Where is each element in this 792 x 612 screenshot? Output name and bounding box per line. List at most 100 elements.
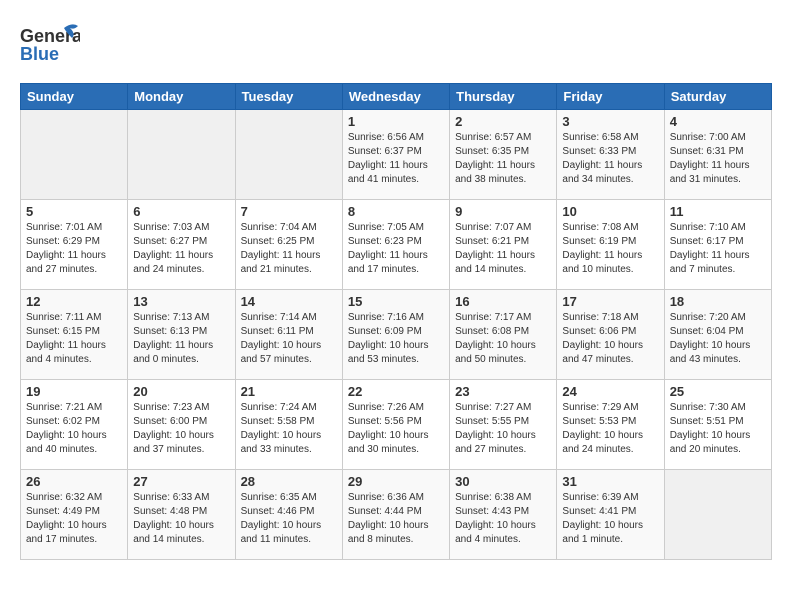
cell-info: Sunrise: 7:08 AM Sunset: 6:19 PM Dayligh… — [562, 221, 658, 277]
day-number: 28 — [241, 474, 337, 489]
day-number: 5 — [26, 204, 122, 219]
calendar-cell: 4Sunrise: 7:00 AM Sunset: 6:31 PM Daylig… — [664, 110, 771, 200]
calendar-cell: 2 Sunrise: 6:57 AM Sunset: 6:35 PM Daylig… — [450, 110, 557, 200]
day-number: 9 — [455, 204, 551, 219]
cell-info: Sunrise: 7:26 AM Sunset: 5:56 PM Dayligh… — [348, 401, 444, 457]
day-number: 10 — [562, 204, 658, 219]
weekday-header-sunday: Sunday — [21, 84, 128, 110]
day-number: 2 — [455, 114, 551, 129]
cell-info: Sunrise: 7:07 AM Sunset: 6:21 PM Dayligh… — [455, 221, 551, 277]
cell-info: Sunrise: 7:24 AM Sunset: 5:58 PM Dayligh… — [241, 401, 337, 457]
day-number: 25 — [670, 384, 766, 399]
cell-info: Sunrise: 6:35 AM Sunset: 4:46 PM Dayligh… — [241, 491, 337, 547]
calendar-cell — [21, 110, 128, 200]
calendar-cell: 17 Sunrise: 7:18 AM Sunset: 6:06 PM Dayli… — [557, 290, 664, 380]
calendar-cell: 25 Sunrise: 7:30 AM Sunset: 5:51 PM Dayli… — [664, 380, 771, 470]
day-number: 7 — [241, 204, 337, 219]
cell-info: Sunrise: 7:23 AM Sunset: 6:00 PM Dayligh… — [133, 401, 229, 457]
day-number: 11 — [670, 204, 766, 219]
calendar-cell: 12 Sunrise: 7:11 AM Sunset: 6:15 PM Dayli… — [21, 290, 128, 380]
day-number: 29 — [348, 474, 444, 489]
weekday-header-saturday: Saturday — [664, 84, 771, 110]
calendar-cell — [235, 110, 342, 200]
cell-info: Sunrise: 6:56 AM Sunset: 6:37 PM Dayligh… — [348, 131, 444, 187]
calendar-cell: 16 Sunrise: 7:17 AM Sunset: 6:08 PM Dayli… — [450, 290, 557, 380]
day-number: 15 — [348, 294, 444, 309]
calendar-cell: 7 Sunrise: 7:04 AM Sunset: 6:25 PM Daylig… — [235, 200, 342, 290]
calendar-cell: 3 Sunrise: 6:58 AM Sunset: 6:33 PM Daylig… — [557, 110, 664, 200]
weekday-header-friday: Friday — [557, 84, 664, 110]
day-number: 17 — [562, 294, 658, 309]
calendar-cell: 9 Sunrise: 7:07 AM Sunset: 6:21 PM Daylig… — [450, 200, 557, 290]
cell-info: Sunrise: 7:29 AM Sunset: 5:53 PM Dayligh… — [562, 401, 658, 457]
day-number: 6 — [133, 204, 229, 219]
day-number: 22 — [348, 384, 444, 399]
cell-info: Sunrise: 6:38 AM Sunset: 4:43 PM Dayligh… — [455, 491, 551, 547]
cell-info: Sunrise: 6:57 AM Sunset: 6:35 PM Dayligh… — [455, 131, 551, 187]
logo-icon: General Blue — [20, 20, 80, 75]
day-number: 13 — [133, 294, 229, 309]
page-header: General Blue — [20, 20, 772, 75]
calendar-cell: 10 Sunrise: 7:08 AM Sunset: 6:19 PM Dayli… — [557, 200, 664, 290]
weekday-header-tuesday: Tuesday — [235, 84, 342, 110]
calendar-cell: 24 Sunrise: 7:29 AM Sunset: 5:53 PM Dayli… — [557, 380, 664, 470]
calendar-cell: 22 Sunrise: 7:26 AM Sunset: 5:56 PM Dayli… — [342, 380, 449, 470]
cell-info: Sunrise: 7:05 AM Sunset: 6:23 PM Dayligh… — [348, 221, 444, 277]
day-number: 27 — [133, 474, 229, 489]
cell-info: Sunrise: 6:39 AM Sunset: 4:41 PM Dayligh… — [562, 491, 658, 547]
day-number: 3 — [562, 114, 658, 129]
day-number: 24 — [562, 384, 658, 399]
calendar-cell: 26 Sunrise: 6:32 AM Sunset: 4:49 PM Dayli… — [21, 470, 128, 560]
calendar-cell: 30 Sunrise: 6:38 AM Sunset: 4:43 PM Dayli… — [450, 470, 557, 560]
day-number: 14 — [241, 294, 337, 309]
cell-info: Sunrise: 7:30 AM Sunset: 5:51 PM Dayligh… — [670, 401, 766, 457]
cell-info: Sunrise: 7:17 AM Sunset: 6:08 PM Dayligh… — [455, 311, 551, 367]
day-number: 8 — [348, 204, 444, 219]
weekday-header-monday: Monday — [128, 84, 235, 110]
calendar-cell: 11Sunrise: 7:10 AM Sunset: 6:17 PM Dayli… — [664, 200, 771, 290]
cell-info: Sunrise: 7:13 AM Sunset: 6:13 PM Dayligh… — [133, 311, 229, 367]
day-number: 16 — [455, 294, 551, 309]
calendar-cell: 21 Sunrise: 7:24 AM Sunset: 5:58 PM Dayli… — [235, 380, 342, 470]
cell-info: Sunrise: 7:20 AM Sunset: 6:04 PM Dayligh… — [670, 311, 766, 367]
calendar-cell: 23 Sunrise: 7:27 AM Sunset: 5:55 PM Dayli… — [450, 380, 557, 470]
cell-info: Sunrise: 6:33 AM Sunset: 4:48 PM Dayligh… — [133, 491, 229, 547]
day-number: 21 — [241, 384, 337, 399]
weekday-header-thursday: Thursday — [450, 84, 557, 110]
cell-info: Sunrise: 7:11 AM Sunset: 6:15 PM Dayligh… — [26, 311, 122, 367]
cell-info: Sunrise: 7:03 AM Sunset: 6:27 PM Dayligh… — [133, 221, 229, 277]
calendar-cell: 29Sunrise: 6:36 AM Sunset: 4:44 PM Dayli… — [342, 470, 449, 560]
calendar-cell: 28 Sunrise: 6:35 AM Sunset: 4:46 PM Dayli… — [235, 470, 342, 560]
calendar-cell: 19 Sunrise: 7:21 AM Sunset: 6:02 PM Dayli… — [21, 380, 128, 470]
cell-info: Sunrise: 7:21 AM Sunset: 6:02 PM Dayligh… — [26, 401, 122, 457]
calendar-table: SundayMondayTuesdayWednesdayThursdayFrid… — [20, 83, 772, 560]
cell-info: Sunrise: 7:27 AM Sunset: 5:55 PM Dayligh… — [455, 401, 551, 457]
calendar-cell: 20Sunrise: 7:23 AM Sunset: 6:00 PM Dayli… — [128, 380, 235, 470]
calendar-cell: 27 Sunrise: 6:33 AM Sunset: 4:48 PM Dayli… — [128, 470, 235, 560]
cell-info: Sunrise: 7:14 AM Sunset: 6:11 PM Dayligh… — [241, 311, 337, 367]
calendar-cell: 5Sunrise: 7:01 AM Sunset: 6:29 PM Daylig… — [21, 200, 128, 290]
day-number: 19 — [26, 384, 122, 399]
calendar-cell: 13 Sunrise: 7:13 AM Sunset: 6:13 PM Dayli… — [128, 290, 235, 380]
day-number: 26 — [26, 474, 122, 489]
day-number: 4 — [670, 114, 766, 129]
calendar-cell — [664, 470, 771, 560]
day-number: 18 — [670, 294, 766, 309]
calendar-cell: 6 Sunrise: 7:03 AM Sunset: 6:27 PM Daylig… — [128, 200, 235, 290]
calendar-cell: 31Sunrise: 6:39 AM Sunset: 4:41 PM Dayli… — [557, 470, 664, 560]
calendar-cell — [128, 110, 235, 200]
weekday-header-wednesday: Wednesday — [342, 84, 449, 110]
cell-info: Sunrise: 6:32 AM Sunset: 4:49 PM Dayligh… — [26, 491, 122, 547]
cell-info: Sunrise: 7:04 AM Sunset: 6:25 PM Dayligh… — [241, 221, 337, 277]
cell-info: Sunrise: 7:16 AM Sunset: 6:09 PM Dayligh… — [348, 311, 444, 367]
logo: General Blue — [20, 20, 80, 75]
calendar-cell: 8 Sunrise: 7:05 AM Sunset: 6:23 PM Daylig… — [342, 200, 449, 290]
day-number: 12 — [26, 294, 122, 309]
calendar-cell: 1 Sunrise: 6:56 AM Sunset: 6:37 PM Daylig… — [342, 110, 449, 200]
cell-info: Sunrise: 6:58 AM Sunset: 6:33 PM Dayligh… — [562, 131, 658, 187]
cell-info: Sunrise: 7:18 AM Sunset: 6:06 PM Dayligh… — [562, 311, 658, 367]
day-number: 1 — [348, 114, 444, 129]
day-number: 23 — [455, 384, 551, 399]
calendar-cell: 15 Sunrise: 7:16 AM Sunset: 6:09 PM Dayli… — [342, 290, 449, 380]
day-number: 30 — [455, 474, 551, 489]
